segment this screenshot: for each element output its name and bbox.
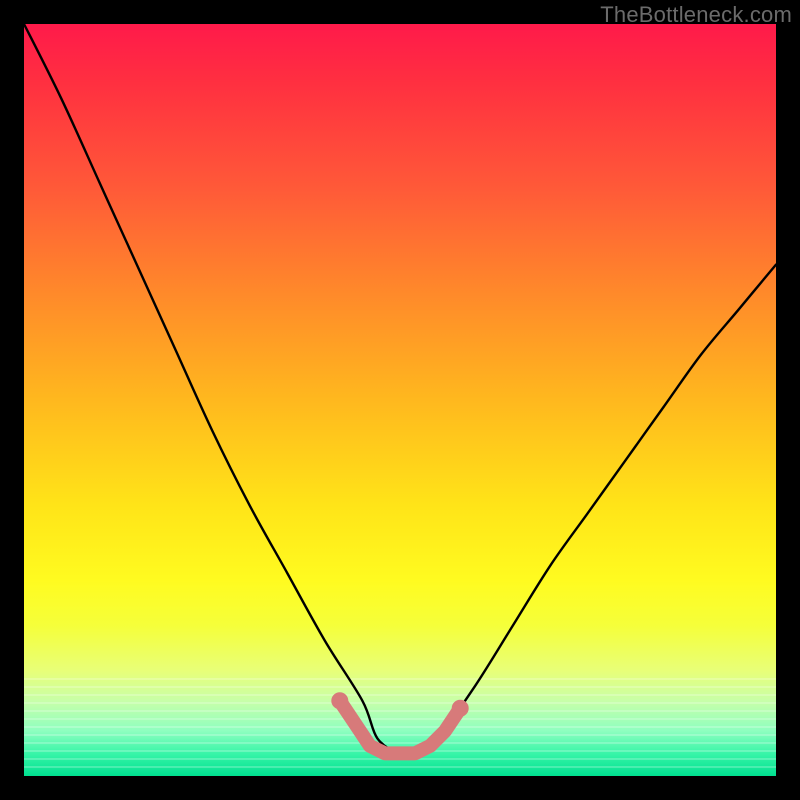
trough-end-dot (452, 700, 468, 716)
outer-frame: TheBottleneck.com (0, 0, 800, 800)
trough-end-dot (332, 693, 348, 709)
bottleneck-curve-path (24, 24, 776, 755)
trough-markers-group (332, 693, 468, 754)
gradient-plot-area (24, 24, 776, 776)
trough-band (340, 701, 460, 754)
bottleneck-curve-svg (24, 24, 776, 776)
